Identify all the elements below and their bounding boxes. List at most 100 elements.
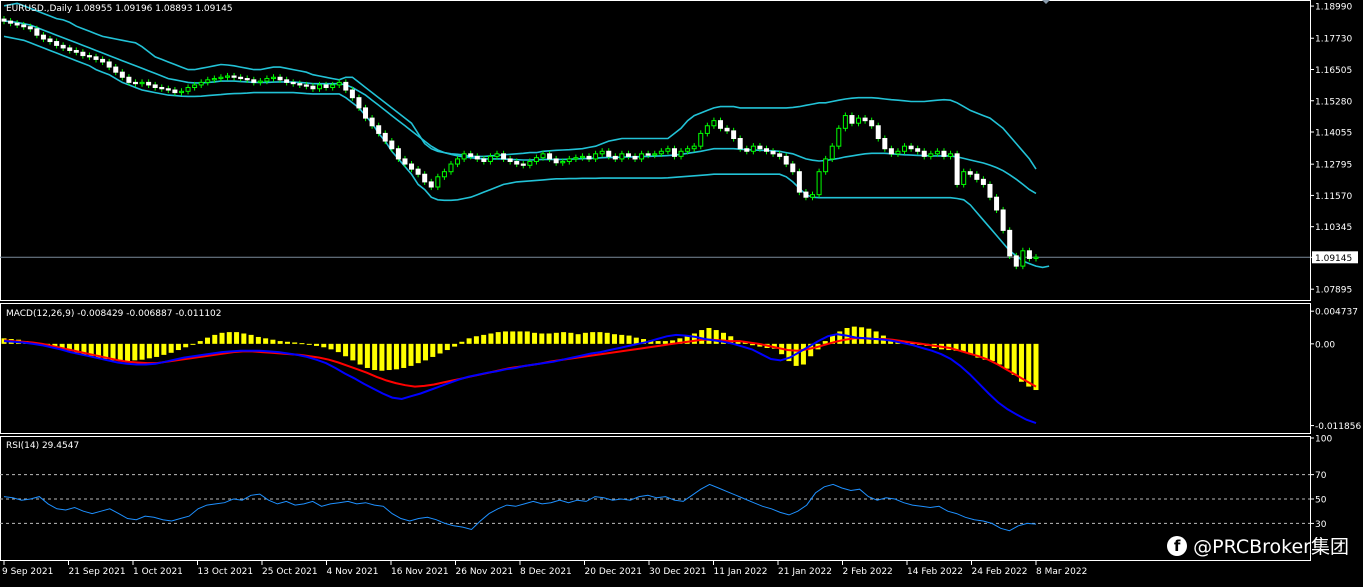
macd-histogram-bar [437,343,443,354]
candle-body [172,89,178,94]
candle-body [290,81,296,85]
candle-body [540,153,546,159]
macd-histogram-bar [532,332,538,344]
macd-histogram-bar [154,343,160,357]
candle-body [205,79,211,83]
candle-body [409,163,415,170]
xtick-label: 11 Jan 2022 [714,567,768,577]
macd-histogram-bar [1026,343,1032,387]
price-ytick-label: 1.17730 [1315,35,1352,45]
macd-histogram-bar [212,334,218,344]
macd-histogram-bar [364,343,370,368]
candle-body [619,153,625,160]
candle-body [783,155,789,165]
candle-body [731,130,737,140]
macd-ytick-label: -0.011856 [1315,422,1361,432]
candle-body [317,84,323,90]
candle-body [816,171,822,196]
macd-histogram-bar [234,332,240,344]
candle-body [770,150,776,155]
candle-body [908,145,914,150]
macd-histogram-bar [139,343,145,360]
candle-body [468,153,474,157]
price-ytick-label: 1.16505 [1315,66,1352,76]
candle-body [967,171,973,175]
candle-body [934,150,940,155]
candle-body [553,158,559,164]
xtick-label: 1 Oct 2021 [133,567,183,577]
xtick-label: 8 Dec 2021 [520,567,572,577]
macd-histogram-bar [343,343,349,357]
candle-body [994,196,1000,211]
xtick-label: 26 Nov 2021 [456,567,514,577]
candle-body [796,171,802,193]
candle-body [34,28,40,36]
candle-body [856,117,862,124]
macd-histogram-bar [204,337,210,344]
macd-histogram-bar [459,341,465,344]
candle-body [389,140,395,150]
candle-body [882,138,888,150]
candle-body [685,148,691,152]
candle-body [573,157,579,160]
macd-histogram-bar [146,343,152,359]
candle-body [875,125,881,140]
candle-body [474,155,480,160]
candle-body [1026,250,1032,259]
price-ytick-label: 1.10345 [1315,223,1352,233]
macd-histogram-bar [263,338,269,344]
macd-histogram-bar [510,331,516,344]
candle-body [639,153,645,160]
candle-body [606,150,612,157]
xtick-label: 24 Feb 2022 [972,567,1028,577]
candle-body [658,150,664,155]
candle-body [790,163,796,173]
candle-body [849,115,855,124]
candle-body [560,160,566,164]
candle-body [987,183,993,198]
xtick-label: 21 Sep 2021 [69,567,126,577]
macd-histogram-bar [284,341,290,344]
candle-body [376,125,382,134]
candle-body [349,89,355,99]
candle-body [514,160,520,165]
macd-histogram-bar [175,343,181,351]
candle-body [218,76,224,80]
macd-histogram-bar [372,343,378,371]
candle-body [1007,229,1013,257]
candle-body [435,176,441,188]
xtick-label: 16 Nov 2021 [391,567,449,577]
candle-body [869,120,875,127]
candle-body [21,24,27,28]
candle-body [763,148,769,152]
rsi-title: RSI(14) 29.4547 [6,441,79,451]
candle-body [961,171,967,185]
candle-body [888,148,894,155]
macd-histogram-bar [270,339,276,344]
macd-histogram-bar [626,335,632,344]
macd-title: MACD(12,26,9) -0.008429 -0.006887 -0.011… [6,309,222,319]
price-ytick-label: 1.09145 [1315,254,1352,264]
macd-histogram-bar [415,343,421,364]
macd-histogram-bar [495,332,501,344]
macd-histogram-bar [125,343,131,362]
candle-body [1000,209,1006,231]
candle-body [481,158,487,162]
bollinger-band-0 [3,2,1037,170]
candle-body [501,153,507,160]
xtick-label: 14 Feb 2022 [907,567,963,577]
price-title: EURUSD.,Daily 1.08955 1.09196 1.08893 1.… [6,4,233,14]
macd-histogram-bar [314,343,320,346]
candle-body [566,158,572,162]
candle-body [132,81,138,85]
macd-histogram-bar [452,343,458,347]
candle-body [47,38,53,43]
candle-body [159,86,165,90]
candle-body [251,79,257,83]
candle-body [902,145,908,152]
price-ytick-label: 1.12795 [1315,161,1352,171]
macd-histogram-bar [706,327,712,344]
macd-histogram-bar [132,343,138,361]
candle-body [1013,255,1019,267]
candle-body [165,88,171,91]
